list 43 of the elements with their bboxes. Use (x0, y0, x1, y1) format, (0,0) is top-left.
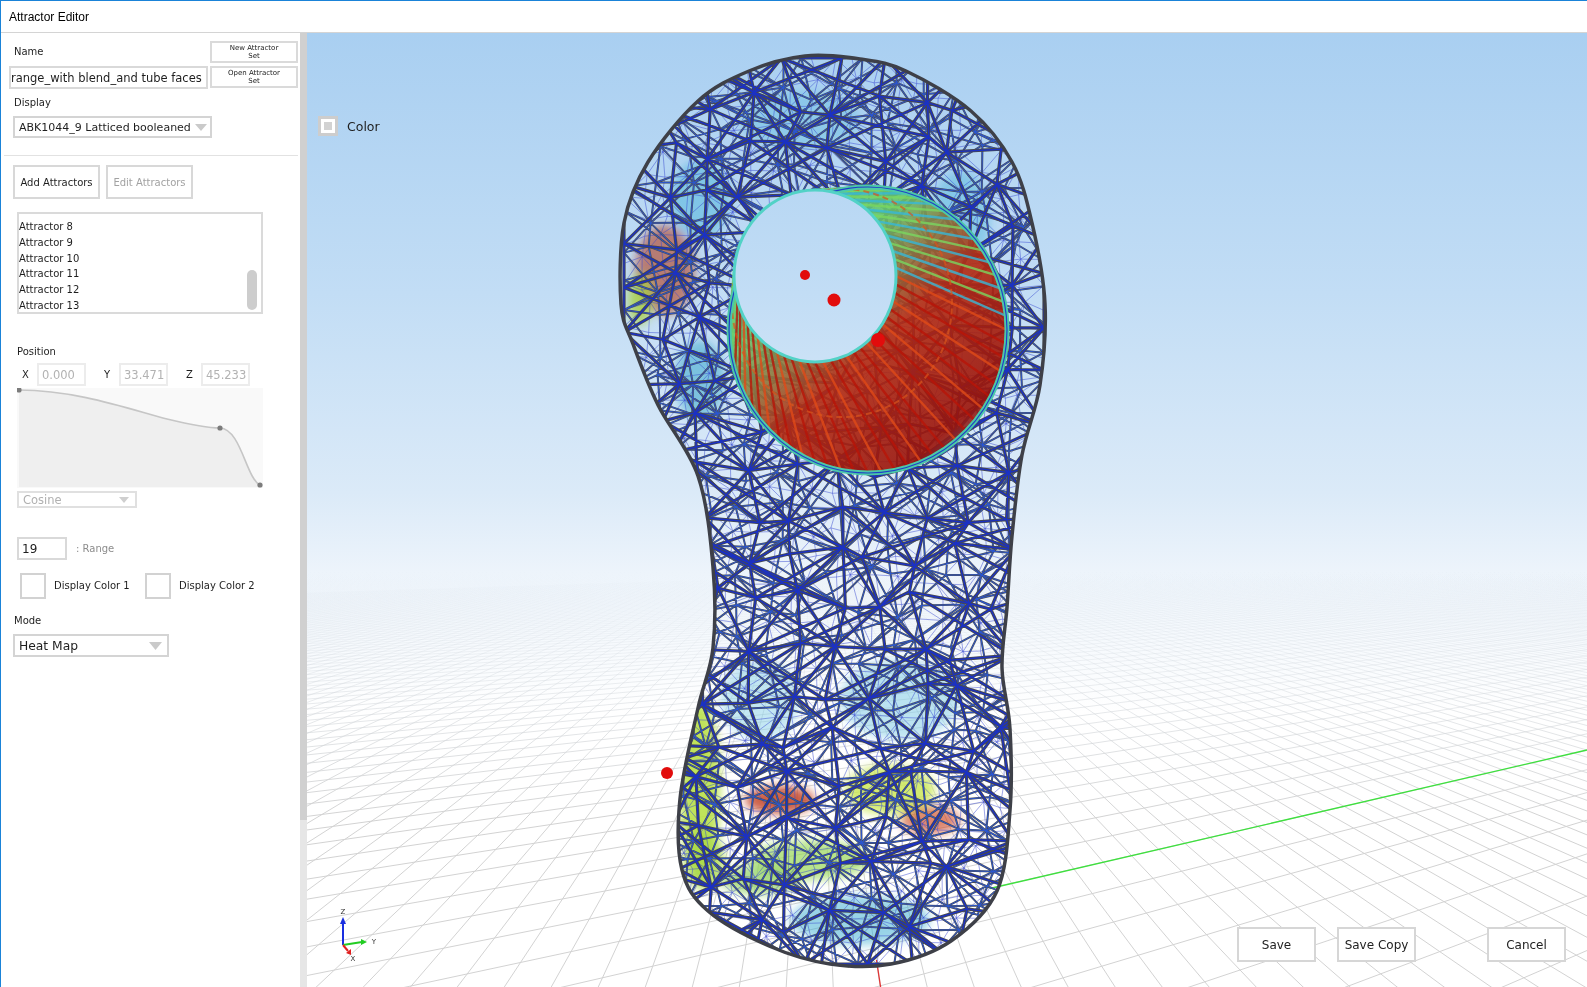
attractor-list-item[interactable]: Attractor 8 (19, 219, 239, 235)
mode-label: Mode (14, 614, 42, 628)
scrollbar-thumb[interactable] (247, 270, 257, 310)
x-axis-line (875, 959, 882, 987)
range-field[interactable]: 19 (17, 537, 67, 560)
axis-label: X (22, 369, 29, 380)
dialog-button[interactable]: Save (1237, 927, 1316, 962)
attractor-list-item[interactable]: Attractor 12 (19, 282, 239, 298)
display-dropdown[interactable]: ABK1044_9 Latticed booleaned (13, 116, 212, 138)
range-label: : Range (76, 543, 115, 554)
dialog-button[interactable]: Cancel (1487, 927, 1566, 962)
axis-label: Y (104, 369, 111, 380)
point-marker-icon (827, 293, 841, 307)
caret-icon (149, 641, 162, 650)
color-swatch[interactable] (20, 573, 46, 599)
color-swatch[interactable] (145, 573, 171, 599)
color-swatch-label: Display Color 1 (54, 579, 130, 593)
window-title: Attractor Editor (9, 9, 90, 24)
attractor-list-item[interactable]: Attractor 11 (19, 266, 239, 283)
display-label: Display (14, 96, 51, 110)
name-field[interactable]: range_with blend_and tube faces (9, 66, 208, 89)
control-point-icon[interactable] (257, 482, 263, 488)
attractor-list-item[interactable]: Attractor 9 (19, 234, 239, 251)
panel-scrollbar[interactable] (300, 33, 307, 987)
color-swatch-label: Display Color 2 (179, 579, 255, 593)
control-point-icon[interactable] (217, 425, 223, 431)
caret-icon (119, 496, 129, 503)
attractor-list-item[interactable]: Attractor 10 (19, 250, 239, 267)
dialog-button[interactable]: Save Copy (1337, 927, 1416, 962)
scrollbar-thumb[interactable] (300, 33, 307, 820)
caret-icon (195, 123, 207, 131)
point-marker-icon (800, 270, 810, 280)
color-checkbox[interactable] (318, 116, 338, 136)
name-label: Name (14, 45, 44, 59)
attractor-list-item[interactable]: Attractor 13 (19, 298, 239, 312)
attractor-action-button[interactable]: Add Attractors (13, 165, 100, 199)
mode-dropdown[interactable]: Heat Map (13, 634, 169, 657)
color-label: Color (347, 118, 380, 134)
control-point-icon[interactable] (17, 388, 22, 393)
axis-label: Z (186, 369, 193, 380)
point-marker-icon (871, 333, 885, 347)
point-marker-icon (661, 767, 673, 779)
position-label: Position (17, 345, 56, 359)
